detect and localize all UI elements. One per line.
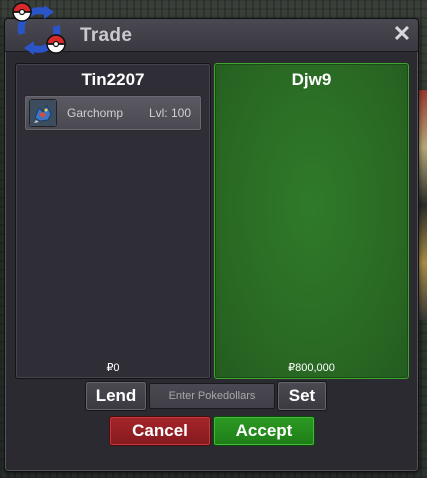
window-title: Trade [80, 25, 133, 46]
left-player-name: Tin2207 [81, 70, 145, 89]
trade-item-pokemon[interactable]: Garchomp Lvl: 100 [24, 95, 202, 131]
set-button[interactable]: Set [277, 381, 327, 411]
right-player-name: Djw9 [291, 70, 332, 89]
accept-button[interactable]: Accept [213, 416, 315, 446]
pokedollar-input[interactable] [149, 383, 275, 409]
left-pokedollar-amount: ₽0 [106, 362, 120, 374]
left-trade-panel: Tin2207 Garchomp Lvl: 100 ₽0 [15, 63, 211, 379]
right-pokedollar-amount: ₽800,000 [288, 362, 335, 374]
close-icon[interactable]: ✕ [392, 23, 412, 45]
pokemon-level: Lvl: 100 [148, 106, 191, 120]
right-trade-panel: Djw9 ₽800,000 [214, 63, 409, 379]
pokemon-name: Garchomp [67, 106, 124, 120]
cancel-button[interactable]: Cancel [109, 416, 211, 446]
garchomp-icon [29, 99, 57, 127]
trade-logo-icon [8, 0, 70, 58]
trade-window: Trade ✕ Tin2207 Garchomp Lvl: 100 ₽0 Djw… [4, 18, 419, 472]
lend-button[interactable]: Lend [85, 381, 147, 411]
